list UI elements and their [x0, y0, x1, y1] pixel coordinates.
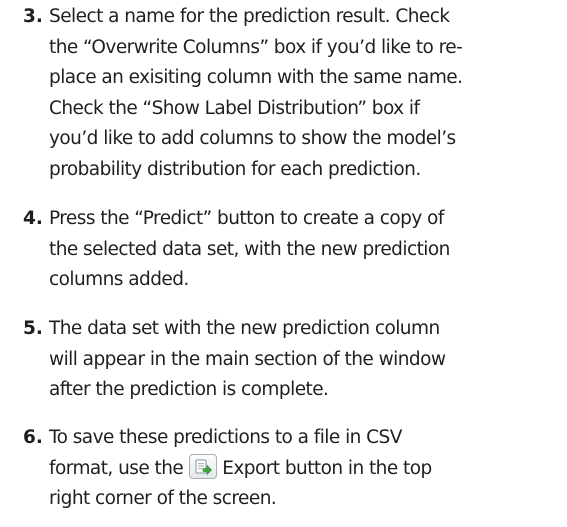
- step-text-line: right corner of the screen.: [49, 488, 277, 509]
- step-text-line: the selected data set, with the new pred…: [49, 238, 450, 260]
- step-text-line: place an exisiting column with the same …: [49, 67, 463, 88]
- step-text-line: To save these predictions to a file in C…: [49, 427, 402, 448]
- step-text-line: format, use the Export button in the top: [49, 454, 561, 485]
- step-text-line: Press the “Predict” button to create a c…: [49, 208, 444, 229]
- step-text: The data set with the new prediction col…: [49, 314, 561, 406]
- step-text-line: Select a name for the prediction result.…: [49, 6, 450, 27]
- step-text: Select a name for the prediction result.…: [49, 2, 561, 185]
- step-number: 6.: [23, 427, 43, 448]
- step-number: 3.: [23, 6, 43, 27]
- step-text-line: you’d like to add columns to show the mo…: [49, 128, 456, 149]
- step-text-line: Check the “Show Label Distribution” box …: [49, 97, 420, 119]
- step-text-line: will appear in the main section of the w…: [49, 348, 446, 370]
- step-text-segment: format, use the: [49, 457, 184, 479]
- export-icon: [189, 454, 218, 479]
- instruction-list: 3. Select a name for the prediction resu…: [0, 0, 567, 527]
- step-text-segment: Export button in the top: [222, 457, 432, 479]
- step-text: Press the “Predict” button to create a c…: [49, 204, 561, 296]
- step-number: 4.: [23, 208, 43, 229]
- step-text-line: columns added.: [49, 269, 189, 290]
- step-text-line: the “Overwrite Columns” box if you’d lik…: [49, 36, 463, 58]
- step-number: 5.: [23, 318, 43, 339]
- step-text-line: probability distribution for each predic…: [49, 158, 421, 180]
- step-text: To save these predictions to a file in C…: [49, 423, 561, 515]
- step-text-line: The data set with the new prediction col…: [49, 318, 440, 339]
- step-text-line: after the prediction is complete.: [49, 379, 329, 400]
